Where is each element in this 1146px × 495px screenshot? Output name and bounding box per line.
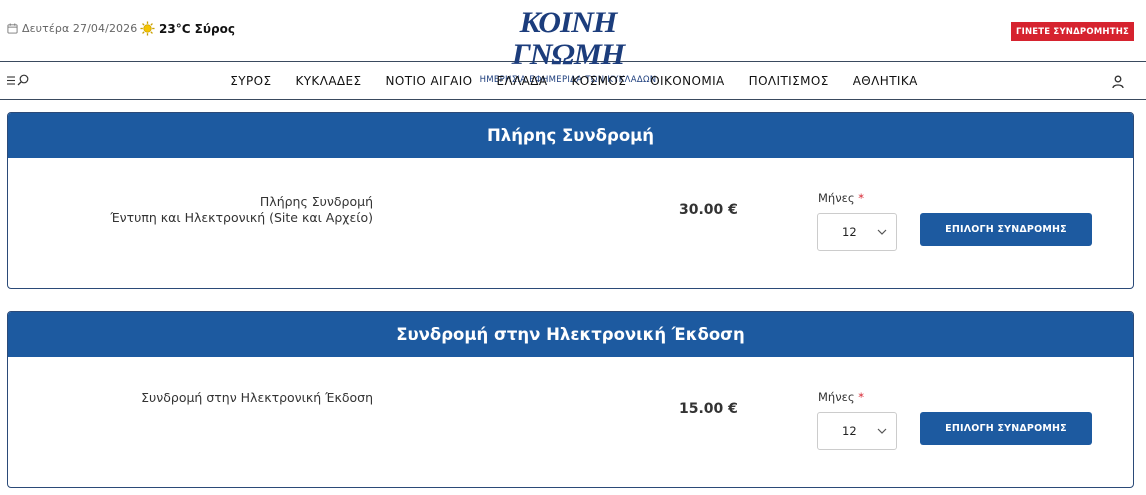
user-icon[interactable] <box>1111 75 1125 89</box>
select-subscription-button[interactable]: ΕΠΙΛΟΓΗ ΣΥΝΔΡΟΜΗΣ <box>920 412 1092 445</box>
months-select-value[interactable]: 12 <box>842 424 857 438</box>
months-label-text: Μήνες <box>818 191 855 205</box>
plan-description-line2: Έντυπη και Ηλεκτρονική (Site και Αρχείο) <box>110 210 373 225</box>
plan-card-title: Πλήρης Συνδρομή <box>8 113 1133 158</box>
plan-description: Συνδρομή στην Ηλεκτρονική Έκδοση <box>141 390 373 406</box>
months-label: Μήνες * <box>818 390 864 404</box>
date-display: Δευτέρα 27/04/2026 <box>7 22 137 35</box>
months-select-value[interactable]: 12 <box>842 225 857 239</box>
plan-price: 15.00 € <box>679 401 738 417</box>
nav-item-politismos[interactable]: ΠΟΛΙΤΙΣΜΟΣ <box>749 74 829 88</box>
plan-card-body: Πλήρης Συνδρομή Έντυπη και Ηλεκτρονική (… <box>8 158 1133 288</box>
months-select[interactable]: 12 <box>817 213 897 251</box>
plan-description-line1: Πλήρης Συνδρομή <box>259 194 373 209</box>
nav-item-oikonomia[interactable]: ΟΙΚΟΝΟΜΙΑ <box>650 74 724 88</box>
chevron-down-icon[interactable] <box>877 428 887 434</box>
select-subscription-button[interactable]: ΕΠΙΛΟΓΗ ΣΥΝΔΡΟΜΗΣ <box>920 213 1092 246</box>
months-label: Μήνες * <box>818 191 864 205</box>
nav-item-kosmos[interactable]: ΚΟΣΜΟΣ <box>572 74 627 88</box>
required-mark: * <box>858 191 865 205</box>
plan-card-body: Συνδρομή στην Ηλεκτρονική Έκδοση 15.00 €… <box>8 357 1133 487</box>
plan-card-full: Πλήρης Συνδρομή Πλήρης Συνδρομή Έντυπη κ… <box>7 112 1134 289</box>
plan-card-digital: Συνδρομή στην Ηλεκτρονική Έκδοση Συνδρομ… <box>7 311 1134 488</box>
plan-description-line1: Συνδρομή στην Ηλεκτρονική Έκδοση <box>141 390 373 405</box>
weather-text: 23°C Σύρος <box>159 21 235 36</box>
months-label-text: Μήνες <box>818 390 855 404</box>
required-mark: * <box>858 390 865 404</box>
weather-widget: 23°C Σύρος <box>140 21 235 36</box>
nav-item-notio-aigaio[interactable]: ΝΟΤΙΟ ΑΙΓΑΙΟ <box>386 74 473 88</box>
nav-item-kyklades[interactable]: ΚΥΚΛΑΔΕΣ <box>295 74 361 88</box>
date-text: Δευτέρα 27/04/2026 <box>22 22 138 35</box>
months-select[interactable]: 12 <box>817 412 897 450</box>
nav-item-syros[interactable]: ΣΥΡΟΣ <box>230 74 271 88</box>
subscribe-button[interactable]: ΓΙΝΕΤΕ ΣΥΝΔΡΟΜΗΤΗΣ <box>1011 22 1134 41</box>
chevron-down-icon[interactable] <box>877 229 887 235</box>
main-nav: ΣΥΡΟΣ ΚΥΚΛΑΔΕΣ ΝΟΤΙΟ ΑΙΓΑΙΟ ΕΛΛΑΔΑ ΚΟΣΜΟ… <box>0 62 1146 100</box>
nav-item-ellada[interactable]: ΕΛΛΑΔΑ <box>496 74 547 88</box>
plan-price: 30.00 € <box>679 202 738 218</box>
plan-card-title: Συνδρομή στην Ηλεκτρονική Έκδοση <box>8 312 1133 357</box>
sun-icon <box>140 21 155 36</box>
calendar-icon <box>7 23 18 34</box>
site-header: Δευτέρα 27/04/2026 23°C Σύρος ΚΟΙΝΗ ΓΝΩΜ… <box>0 0 1146 85</box>
nav-item-athlitika[interactable]: ΑΘΛΗΤΙΚΑ <box>853 74 918 88</box>
plan-description: Πλήρης Συνδρομή Έντυπη και Ηλεκτρονική (… <box>110 194 373 226</box>
nav-list: ΣΥΡΟΣ ΚΥΚΛΑΔΕΣ ΝΟΤΙΟ ΑΙΓΑΙΟ ΕΛΛΑΔΑ ΚΟΣΜΟ… <box>0 74 1146 88</box>
